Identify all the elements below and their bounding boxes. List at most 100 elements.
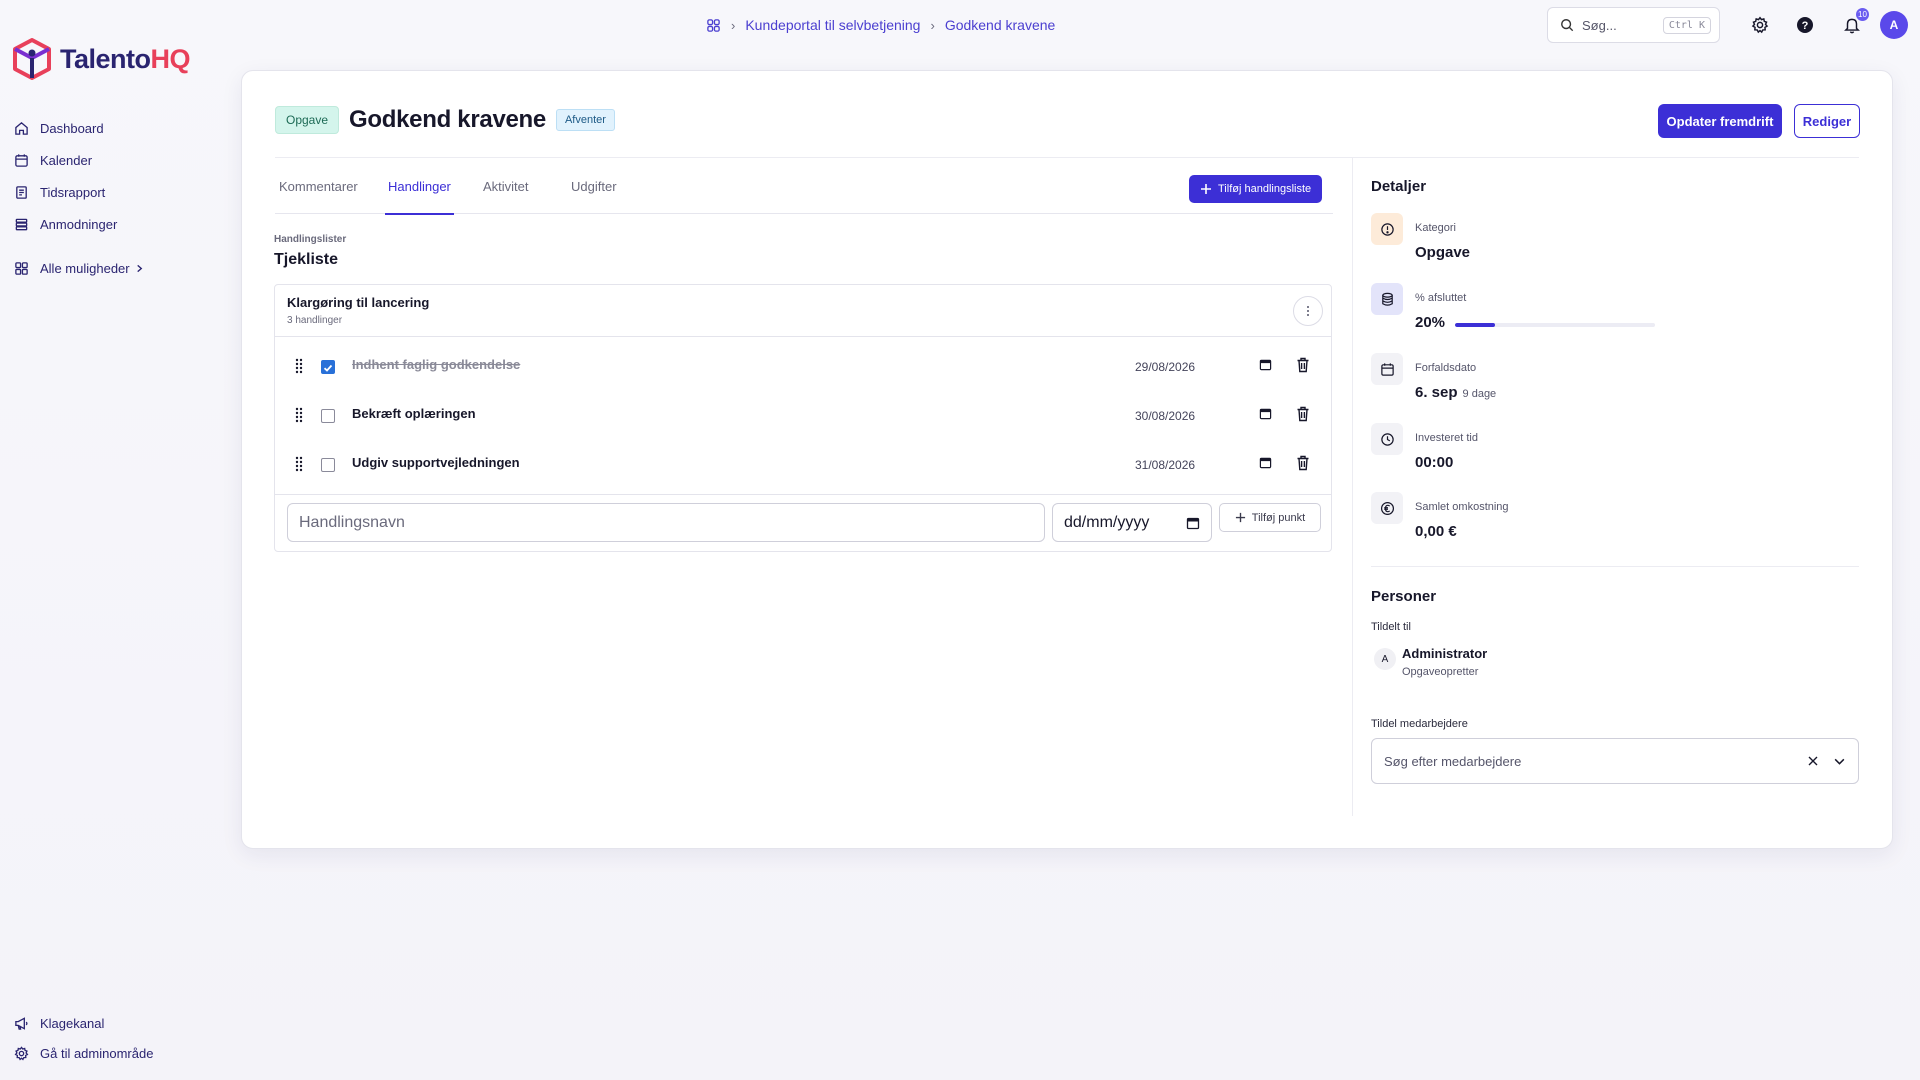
calendar-icon[interactable] xyxy=(1259,456,1272,469)
sidebar-item-admin[interactable]: Gå til adminområde xyxy=(14,1038,224,1068)
breadcrumb-current: Godkend kravene xyxy=(944,17,1056,33)
add-item-label: Tilføj punkt xyxy=(1251,511,1306,524)
sidebar-item-tidsrapport[interactable]: Tidsrapport xyxy=(14,176,214,208)
action-date-input[interactable]: dd/mm/yyyy xyxy=(1052,503,1212,542)
logo-text: TalentoHQ xyxy=(60,44,190,75)
section-label: Handlingslister xyxy=(274,234,347,245)
home-icon xyxy=(15,121,28,135)
notification-count-badge: 10 xyxy=(1856,8,1869,21)
time-icon-wrap xyxy=(1371,423,1403,455)
detail-cost: Samlet omkostning 0,00 € xyxy=(1371,492,1751,552)
drag-handle-icon[interactable] xyxy=(295,358,303,374)
progress-fill xyxy=(1455,323,1495,327)
action-date[interactable]: 31/08/2026 xyxy=(1135,458,1195,472)
detail-completed: % afsluttet 20% xyxy=(1371,283,1751,343)
category-icon-wrap xyxy=(1371,213,1403,245)
chevron-right-icon xyxy=(136,264,142,272)
settings-button[interactable] xyxy=(1748,13,1772,37)
action-list-name: Klargøring til lancering xyxy=(287,295,430,310)
detail-due-date: Forfaldsdato 6. sep 9 dage xyxy=(1371,353,1751,413)
add-item-button[interactable]: Tilføj punkt xyxy=(1219,503,1321,532)
assignee-role: Opgaveopretter xyxy=(1402,666,1479,678)
info-icon xyxy=(1380,222,1394,236)
detail-label: Kategori xyxy=(1415,222,1456,234)
trash-icon[interactable] xyxy=(1296,406,1310,422)
database-icon xyxy=(1381,292,1393,306)
breadcrumb-link-project[interactable]: Kundeportal til selvbetjening xyxy=(745,17,920,33)
calendar-icon[interactable] xyxy=(1259,358,1272,371)
employee-search-input[interactable] xyxy=(1384,753,1807,769)
breadcrumb-separator: › xyxy=(930,17,935,33)
assign-employees-select[interactable] xyxy=(1371,738,1859,784)
sidebar-item-kalender[interactable]: Kalender xyxy=(14,144,214,176)
calendar-icon[interactable] xyxy=(1259,407,1272,420)
search-shortcut: Ctrl K xyxy=(1662,16,1711,34)
detail-value: 20% xyxy=(1415,314,1446,331)
plus-icon xyxy=(1235,512,1245,523)
action-checkbox[interactable] xyxy=(321,409,335,423)
trash-icon[interactable] xyxy=(1296,357,1310,373)
logo[interactable]: TalentoHQ xyxy=(12,38,190,80)
search-box[interactable]: Søg... Ctrl K xyxy=(1547,7,1720,43)
detail-label: Investeret tid xyxy=(1415,432,1478,444)
action-row: Udgiv supportvejledningen 31/08/2026 xyxy=(275,440,1331,489)
action-date[interactable]: 30/08/2026 xyxy=(1135,409,1195,423)
card-content: Tilføj handlingsliste Handlingslister Tj… xyxy=(241,70,1893,849)
date-input-placeholder: dd/mm/yyyy xyxy=(1064,513,1150,531)
more-vertical-icon xyxy=(1307,306,1309,316)
due-date-value: 6. sep xyxy=(1415,384,1458,401)
sidebar-item-anmodninger[interactable]: Anmodninger xyxy=(14,208,214,240)
action-list-count: 3 handlinger xyxy=(287,315,343,326)
action-checkbox[interactable] xyxy=(321,458,335,472)
breadcrumb-separator: › xyxy=(731,17,736,33)
detail-category: Kategori Opgave xyxy=(1371,213,1751,273)
plus-icon xyxy=(1201,184,1211,194)
list-menu-button[interactable] xyxy=(1293,296,1323,326)
action-text[interactable]: Indhent faglig godkendelse xyxy=(352,357,520,372)
divider xyxy=(1371,566,1859,567)
logo-text-part2: HQ xyxy=(150,43,191,74)
action-date[interactable]: 29/08/2026 xyxy=(1135,360,1195,374)
detail-value: Opgave xyxy=(1415,244,1471,261)
notifications-button[interactable]: 10 xyxy=(1840,8,1869,37)
progress-bar xyxy=(1455,323,1655,327)
sidebar-item-label: Alle muligheder xyxy=(40,260,130,276)
sidebar-item-dashboard[interactable]: Dashboard xyxy=(14,112,214,144)
user-avatar[interactable]: A xyxy=(1880,11,1908,39)
action-text[interactable]: Bekræft oplæringen xyxy=(352,406,476,421)
search-icon xyxy=(1561,19,1574,32)
drag-handle-icon[interactable] xyxy=(295,456,303,472)
action-row: Indhent faglig godkendelse 29/08/2026 xyxy=(275,342,1331,391)
sidebar-item-all-options[interactable]: Alle muligheder xyxy=(14,252,214,284)
sidebar-item-label: Klagekanal xyxy=(40,1015,105,1031)
sidebar-item-klagekanal[interactable]: Klagekanal xyxy=(14,1008,224,1038)
detail-label: Forfaldsdato xyxy=(1415,362,1477,374)
timesheet-icon xyxy=(16,185,27,199)
svg-text:?: ? xyxy=(1802,20,1809,32)
help-button[interactable]: ? xyxy=(1793,13,1817,37)
logo-cube-icon xyxy=(13,38,51,80)
action-name-input[interactable] xyxy=(287,503,1045,542)
action-rows: Indhent faglig godkendelse 29/08/2026 Be… xyxy=(275,337,1331,489)
trash-icon[interactable] xyxy=(1296,455,1310,471)
clock-icon xyxy=(1380,432,1394,446)
people-title: Personer xyxy=(1371,588,1437,605)
chevron-down-icon[interactable] xyxy=(1833,755,1846,768)
gear-icon xyxy=(14,1045,29,1060)
action-checkbox[interactable] xyxy=(321,360,335,374)
assign-employees-label: Tildel medarbejdere xyxy=(1371,718,1468,730)
action-text[interactable]: Udgiv supportvejledningen xyxy=(352,455,520,470)
drag-handle-icon[interactable] xyxy=(295,407,303,423)
list-icon xyxy=(15,218,28,230)
apps-grid-icon[interactable] xyxy=(706,18,721,33)
megaphone-icon xyxy=(15,1016,28,1030)
calendar-icon xyxy=(1186,517,1200,529)
clear-icon[interactable] xyxy=(1807,755,1819,767)
detail-value: 6. sep 9 dage xyxy=(1415,384,1496,401)
add-action-list-label: Tilføj handlingsliste xyxy=(1218,183,1312,195)
sidebar-item-label: Anmodninger xyxy=(40,216,118,232)
add-action-list-button[interactable]: Tilføj handlingsliste xyxy=(1189,175,1323,203)
euro-icon xyxy=(1380,501,1394,515)
select-controls xyxy=(1807,755,1846,768)
section-title: Tjekliste xyxy=(274,251,339,268)
